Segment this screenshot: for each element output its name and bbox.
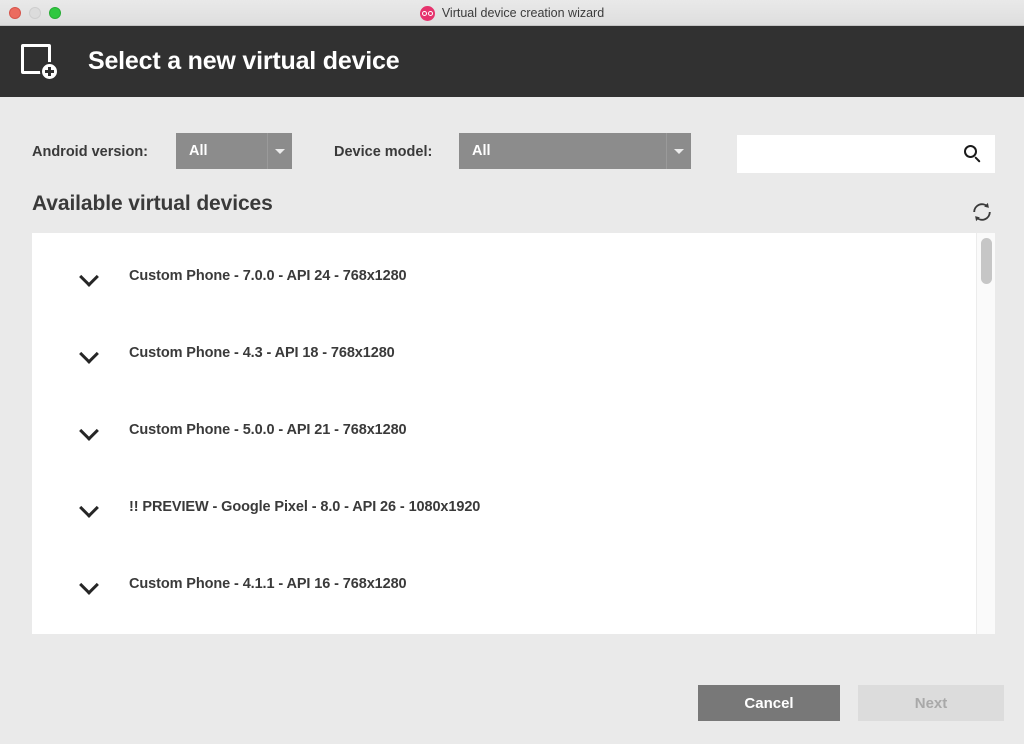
goggle-lens-right [427,10,433,16]
next-button[interactable]: Next [858,685,1004,721]
device-list-item-label: Custom Phone - 7.0.0 - API 24 - 768x1280 [129,268,407,284]
device-list-item[interactable]: Custom Phone - 4.3 - API 18 - 768x1280 [32,330,976,376]
wizard-header: Select a new virtual device [0,26,1024,97]
chevron-down-icon[interactable] [79,423,101,437]
available-devices-list: Custom Phone - 7.0.0 - API 24 - 768x1280… [32,233,995,634]
device-list-item-label: Custom Phone - 5.0.0 - API 21 - 768x1280 [129,422,407,438]
plus-badge-icon [40,61,59,81]
list-scrollbar[interactable] [976,233,995,634]
chevron-down-icon[interactable] [79,346,101,360]
search-input[interactable] [737,135,962,173]
device-list-item-label: Custom Phone - 4.1.1 - API 16 - 768x1280 [129,576,407,592]
device-list-item[interactable]: Custom Phone - 7.0.0 - API 24 - 768x1280 [32,253,976,299]
window-title-group: Virtual device creation wizard [0,0,1024,26]
search-box[interactable] [737,135,995,173]
device-list-item-label: !! PREVIEW - Google Pixel - 8.0 - API 26… [129,499,481,515]
genymotion-goggles-icon [419,5,435,21]
device-list-item[interactable]: !! PREVIEW - Google Pixel - 8.0 - API 26… [32,484,976,530]
device-model-dropdown[interactable]: All [459,133,691,169]
android-version-label: Android version: [32,144,149,160]
goggle-lens-left [421,10,427,16]
chevron-down-icon [666,133,691,169]
device-list-inner: Custom Phone - 7.0.0 - API 24 - 768x1280… [32,233,976,634]
device-list-item[interactable]: Custom Phone - 5.0.0 - API 21 - 768x1280 [32,407,976,453]
chevron-down-icon[interactable] [79,269,101,283]
chevron-down-icon [267,133,292,169]
window-controls [9,6,61,19]
close-button[interactable] [9,6,21,19]
android-version-dropdown[interactable]: All [176,133,292,169]
zoom-button[interactable] [49,6,61,19]
device-model-label: Device model: [334,144,433,160]
refresh-icon[interactable] [969,199,995,225]
minimize-button[interactable] [29,6,41,19]
scrollbar-thumb[interactable] [981,238,992,284]
device-list-item-label: Custom Phone - 4.3 - API 18 - 768x1280 [129,345,395,361]
chevron-down-icon[interactable] [79,577,101,591]
new-device-icon [21,40,63,84]
device-list-item[interactable]: Custom Phone - 4.1.1 - API 16 - 768x1280 [32,561,976,607]
device-model-value: All [472,143,491,159]
cancel-button[interactable]: Cancel [698,685,840,721]
available-devices-heading: Available virtual devices [32,192,273,215]
chevron-down-icon[interactable] [79,500,101,514]
search-icon[interactable] [964,145,982,163]
page-title: Select a new virtual device [88,47,400,75]
window-titlebar: Virtual device creation wizard [0,0,1024,26]
window-title: Virtual device creation wizard [441,6,605,20]
android-version-value: All [189,143,208,159]
